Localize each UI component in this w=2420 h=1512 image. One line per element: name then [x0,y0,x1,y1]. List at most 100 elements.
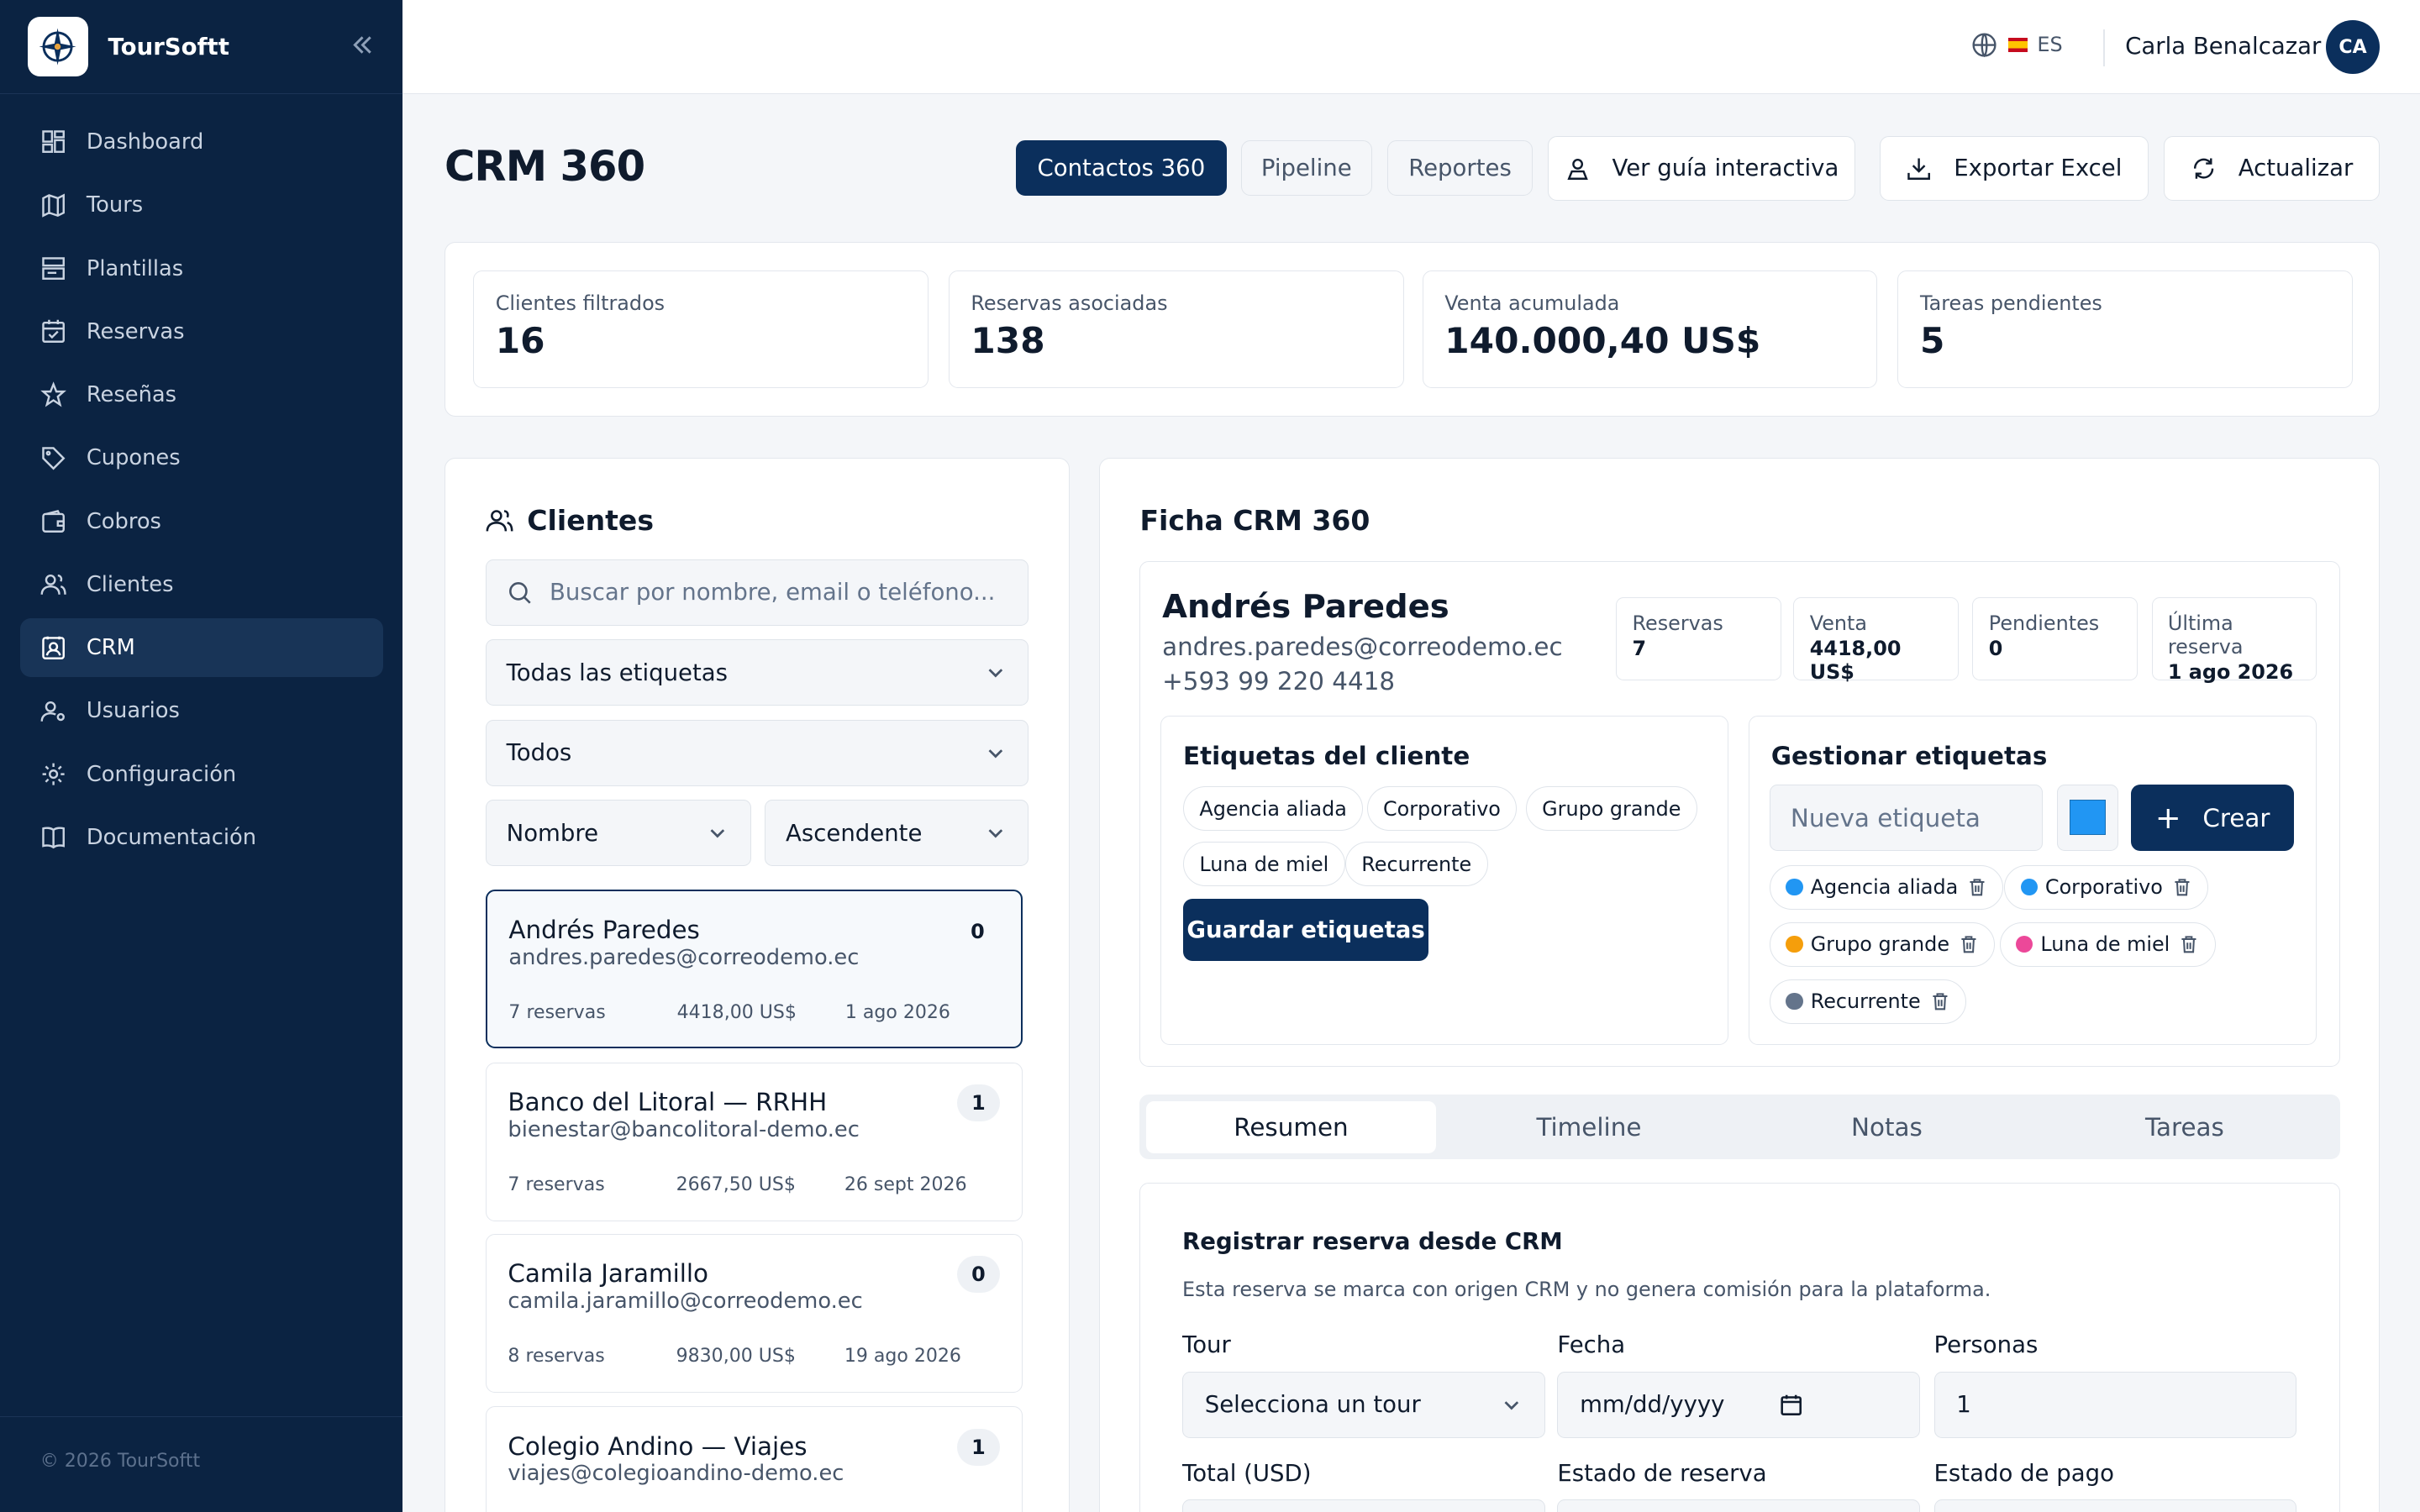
sidebar-item-label: Usuarios [86,698,180,724]
sidebar-item-label: Cupones [86,445,181,471]
tag-color-dot [2020,879,2038,896]
tab-reportes[interactable]: Reportes [1387,140,1533,197]
total-input[interactable] [1182,1499,1545,1512]
refresh-button[interactable]: Actualizar [2164,135,2381,201]
client-email: andres.paredes@correodemo.ec [508,945,860,971]
sidebar-item-resenas[interactable]: Reseñas [20,365,383,424]
sidebar-item-configuracion[interactable]: Configuración [20,745,383,804]
client-fecha: 26 sept 2026 [844,1173,967,1195]
profile-name: Andrés Paredes [1162,587,1449,626]
new-tag-input[interactable]: Nueva etiqueta [1770,785,2044,852]
interactive-guide-button[interactable]: Ver guía interactiva [1548,135,1855,201]
save-tags-button[interactable]: Guardar etiquetas [1183,899,1429,961]
sidebar-item-cobros[interactable]: Cobros [20,492,383,551]
divider [2103,29,2106,66]
pending-badge: 1 [956,1428,1001,1466]
sort-direction-select[interactable]: Ascendente [765,800,1029,867]
trash-icon[interactable] [1959,934,1979,954]
tab-tareas[interactable]: Tareas [2039,1101,2329,1153]
tag-filter-select[interactable]: Todas las etiquetas [485,639,1029,706]
collapse-sidebar-icon[interactable] [349,31,376,59]
brand[interactable]: TourSoftt [0,0,403,95]
client-card[interactable]: Andrés Paredes andres.paredes@correodemo… [485,889,1023,1049]
managed-tag-chip: Recurrente [1770,979,1966,1024]
tour-select[interactable]: Selecciona un tour [1182,1371,1545,1438]
map-icon [42,193,65,218]
sidebar-item-label: Dashboard [86,129,204,155]
create-tag-button[interactable]: + Crear [2130,785,2295,852]
tag-filter-value: Todas las etiquetas [506,659,729,686]
client-tag-chip[interactable]: Luna de miel [1183,842,1345,887]
sidebar-item-tours[interactable]: Tours [20,176,383,234]
sort-by-select[interactable]: Nombre [485,800,751,867]
brand-name: TourSoftt [108,33,229,60]
payment-status-select[interactable] [1933,1499,2297,1512]
kpi-label: Reservas asociadas [971,291,1168,316]
page-title: CRM 360 [444,141,645,191]
sidebar-item-label: Cobros [86,508,161,534]
client-email: camila.jaramillo@correodemo.ec [508,1288,863,1314]
chevron-down-icon [988,669,1002,678]
language-selector[interactable]: ES [1970,31,2063,59]
sidebar-item-dashboard[interactable]: Dashboard [20,113,383,171]
tab-resumen[interactable]: Resumen [1145,1100,1437,1153]
people-input[interactable]: 1 [1933,1371,2297,1438]
tab-notas[interactable]: Notas [1742,1101,2032,1153]
client-tag-chip[interactable]: Agencia aliada [1183,786,1364,832]
topbar: ES Carla Benalcazar CA [402,0,2420,95]
tab-timeline[interactable]: Timeline [1444,1101,1733,1153]
calendar-icon[interactable] [1779,1393,1803,1417]
tab-pipeline[interactable]: Pipeline [1240,140,1372,197]
stat-value: 1 ago 2026 [2167,660,2294,685]
date-input[interactable]: mm/dd/yyyy [1557,1371,1920,1438]
search-icon [508,581,531,604]
status-filter-select[interactable]: Todos [485,719,1029,786]
trash-icon[interactable] [2172,877,2192,897]
kpi-summary: Clientes filtrados 16 Reservas asociadas… [444,242,2381,417]
stat-label: Última reserva [2167,612,2244,659]
client-card[interactable]: Colegio Andino — Viajes viajes@colegioan… [485,1406,1023,1512]
export-excel-button[interactable]: Exportar Excel [1880,135,2149,201]
tag-label: Corporativo [2044,875,2163,900]
trash-icon[interactable] [2179,934,2199,954]
selected-color-swatch [2070,799,2106,835]
client-tag-chip[interactable]: Corporativo [1366,786,1518,832]
sidebar-item-documentacion[interactable]: Documentación [20,808,383,867]
client-profile: Andrés Paredes andres.paredes@correodemo… [1139,560,2341,1068]
client-tag-chip[interactable]: Recurrente [1344,842,1488,887]
chevron-down-icon [988,829,1002,838]
tag-color-picker[interactable] [2056,785,2119,852]
sidebar-item-usuarios[interactable]: Usuarios [20,682,383,741]
tag-label: Luna de miel [2040,932,2170,957]
sidebar-item-plantillas[interactable]: Plantillas [20,239,383,298]
interactive-guide-label: Ver guía interactiva [1612,155,1839,182]
client-reservas: 8 reservas [508,1345,605,1367]
client-card[interactable]: Camila Jaramillo camila.jaramillo@correo… [485,1233,1023,1393]
avatar[interactable]: CA [2325,19,2381,75]
sidebar-item-clientes[interactable]: Clientes [20,555,383,614]
tab-contactos-360[interactable]: Contactos 360 [1015,140,1228,197]
client-search-input[interactable]: Buscar por nombre, email o teléfono... [485,559,1029,626]
sidebar-item-label: CRM [86,635,135,661]
client-tag-chip[interactable]: Grupo grande [1525,786,1697,832]
sidebar-item-reservas[interactable]: Reservas [20,302,383,361]
sidebar-item-label: Documentación [86,825,257,851]
kpi-label: Venta acumulada [1444,291,1620,316]
client-card[interactable]: Banco del Litoral — RRHH bienestar@banco… [485,1062,1023,1221]
user-name[interactable]: Carla Benalcazar [2125,33,2321,60]
client-reservas: 7 reservas [508,1002,606,1024]
sidebar-item-cupones[interactable]: Cupones [20,428,383,487]
chevron-down-icon [988,748,1002,759]
tag-label: Agencia aliada [1810,875,1959,900]
sidebar-item-crm[interactable]: CRM [19,618,383,678]
user-gear-icon [40,701,65,722]
tour-select-value: Selecciona un tour [1204,1391,1421,1419]
register-booking-form: Registrar reserva desde CRM Esta reserva… [1139,1182,2341,1512]
trash-icon[interactable] [1930,991,1950,1011]
booking-status-select[interactable] [1557,1499,1920,1512]
profile-email: andres.paredes@correodemo.ec [1162,633,1563,662]
sidebar: TourSoftt Dashboard Tours Plantillas Res… [0,0,403,1512]
chevron-down-icon [1504,1400,1519,1410]
trash-icon[interactable] [1967,877,1987,897]
tag-color-dot [1786,993,1803,1011]
